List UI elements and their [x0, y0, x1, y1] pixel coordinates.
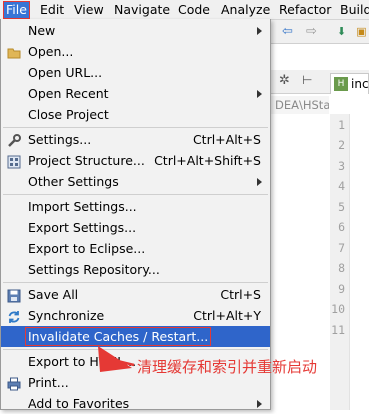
line-number: 8	[338, 261, 345, 275]
menu-item-label: Print...	[28, 375, 69, 390]
shortcut-label: Ctrl+Alt+Y	[193, 308, 261, 323]
build-icon[interactable]: ⬇	[333, 23, 350, 40]
menu-item-label: Save All	[28, 287, 79, 302]
shortcut-label: Ctrl+Alt+Shift+S	[154, 153, 261, 168]
save-icon	[7, 288, 21, 303]
menu-separator	[3, 194, 268, 195]
menu-item-label: Open Recent	[28, 86, 109, 101]
shortcut-label: Ctrl+S	[220, 287, 261, 302]
line-number: 11	[331, 323, 345, 337]
menu-item-label: Other Settings	[28, 174, 119, 189]
menu-item-label: Export Settings...	[28, 220, 137, 235]
menu-item-settings[interactable]: Settings... Ctrl+Alt+S	[1, 129, 270, 150]
menu-item-label: Invalidate Caches / Restart...	[24, 327, 212, 346]
submenu-arrow-icon	[257, 90, 262, 98]
menu-item-project-structure[interactable]: Project Structure... Ctrl+Alt+Shift+S	[1, 150, 270, 171]
menu-item-synchronize[interactable]: Synchronize Ctrl+Alt+Y	[1, 305, 270, 326]
menu-build[interactable]: Build	[339, 1, 369, 19]
menu-item-label: Close Project	[28, 107, 109, 122]
menu-item-settings-repository[interactable]: Settings Repository...	[1, 259, 270, 280]
menu-item-label: Open URL...	[28, 65, 103, 80]
menu-item-label: New	[28, 23, 56, 38]
menu-item-label: Export to Eclipse...	[28, 241, 146, 256]
line-number: 1	[338, 118, 345, 132]
line-number-gutter: 1 2 3 4 5 6 7 8 9 10 11	[330, 114, 350, 410]
menu-item-label: Project Structure...	[28, 153, 145, 168]
shortcut-label: Ctrl+Alt+S	[192, 132, 261, 147]
menu-item-close-project[interactable]: Close Project	[1, 104, 270, 125]
menu-item-open-url[interactable]: Open URL...	[1, 62, 270, 83]
menu-file[interactable]: File	[3, 1, 30, 19]
file-menu-dropdown: New Open... Open URL... Open Recent Clos…	[0, 19, 271, 411]
submenu-arrow-icon	[257, 27, 262, 35]
menu-item-import-settings[interactable]: Import Settings...	[1, 196, 270, 217]
sync-icon	[7, 309, 21, 323]
menu-item-export-settings[interactable]: Export Settings...	[1, 217, 270, 238]
line-number: 2	[338, 138, 345, 152]
printer-icon	[7, 376, 21, 391]
menu-item-label: Synchronize	[28, 308, 105, 323]
menu-item-invalidate-caches[interactable]: Invalidate Caches / Restart...	[1, 326, 270, 347]
back-arrow-icon[interactable]: ⇦	[279, 23, 296, 40]
line-number: 5	[338, 200, 345, 214]
line-number: 9	[338, 282, 345, 296]
menu-item-add-to-favorites[interactable]: Add to Favorites	[1, 393, 270, 414]
java-class-icon: H	[334, 77, 348, 91]
menu-item-label: Open...	[28, 44, 74, 59]
menu-item-other-settings[interactable]: Other Settings	[1, 171, 270, 192]
folder-icon	[7, 45, 21, 59]
menu-item-save-all[interactable]: Save All Ctrl+S	[1, 284, 270, 305]
menu-item-label: Settings...	[28, 132, 92, 147]
menu-code[interactable]: Code	[177, 1, 211, 19]
run-config-icon[interactable]: ▣	[353, 23, 369, 40]
forward-arrow-icon[interactable]: ⇨	[303, 23, 320, 40]
main-toolbar: ⇦ ⇨ ⬇ ▣	[271, 20, 369, 44]
line-number: 3	[338, 159, 345, 173]
path-breadcrumb: DEA\HStat	[271, 96, 329, 114]
wrench-icon	[7, 133, 21, 147]
submenu-arrow-icon	[257, 178, 262, 186]
menu-edit[interactable]: Edit	[39, 1, 65, 19]
gear-icon[interactable]: ✲	[279, 73, 290, 88]
menu-item-new[interactable]: New	[1, 20, 270, 41]
line-number: 10	[331, 302, 345, 316]
menu-view[interactable]: View	[73, 1, 105, 19]
menu-item-open[interactable]: Open...	[1, 41, 270, 62]
menu-analyze[interactable]: Analyze	[220, 1, 271, 19]
collapse-icon[interactable]: ⊢	[302, 73, 312, 87]
menu-separator	[3, 349, 268, 350]
menu-bar: File Edit View Navigate Code Analyze Ref…	[0, 0, 369, 20]
menu-refactor[interactable]: Refactor	[278, 1, 332, 19]
menu-item-label: Add to Favorites	[28, 396, 130, 411]
editor-tab[interactable]: H inc	[330, 73, 369, 94]
project-structure-icon	[7, 154, 21, 169]
menu-separator	[3, 282, 268, 283]
editor-tab-label: inc	[351, 77, 369, 91]
menu-navigate[interactable]: Navigate	[113, 1, 171, 19]
menu-item-label: Import Settings...	[28, 199, 137, 214]
menu-item-label: Settings Repository...	[28, 262, 160, 277]
annotation-text: 清理缓存和索引并重新启动	[137, 358, 318, 376]
menu-item-export-eclipse[interactable]: Export to Eclipse...	[1, 238, 270, 259]
menu-separator	[3, 127, 268, 128]
line-number: 7	[338, 241, 345, 255]
submenu-arrow-icon	[257, 400, 262, 408]
menu-item-open-recent[interactable]: Open Recent	[1, 83, 270, 104]
menu-item-label: Export to HTML...	[28, 354, 137, 369]
line-number: 4	[338, 179, 345, 193]
code-editor[interactable]	[350, 114, 369, 410]
line-number: 6	[338, 220, 345, 234]
